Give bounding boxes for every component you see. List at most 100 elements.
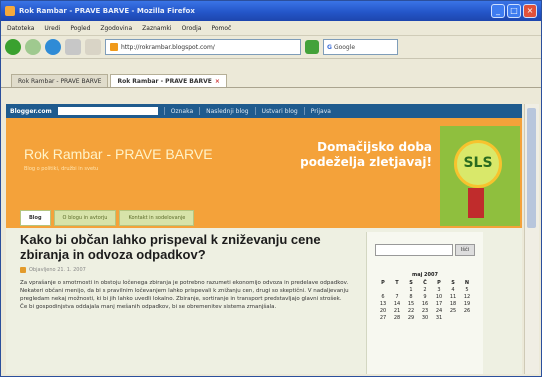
calendar-day[interactable]: 31 — [433, 315, 445, 322]
sls-logo[interactable]: SLS — [440, 126, 520, 226]
navbar-search-input[interactable] — [57, 107, 158, 115]
calendar-week: 20 21 22 23 24 25 26 — [377, 308, 473, 315]
menu-bar: Datoteka Uredi Pogled Zgodovina Zaznamki… — [1, 21, 541, 36]
banner-ad[interactable]: Domačijsko doba podeželja zletjavaj! — [300, 140, 432, 170]
calendar-day[interactable]: 17 — [433, 301, 445, 308]
tab-contact[interactable]: Kontakt in sodelovanje — [119, 210, 195, 226]
page-tabs: Blog O blogu in avtorju Kontakt in sodel… — [20, 210, 195, 226]
tab-2[interactable]: Rok Rambar - PRAVE BARVE × — [110, 74, 227, 87]
blog-header-banner: Rok Rambar - PRAVE BARVE Blog o politiki… — [6, 118, 522, 228]
navbar-link[interactable]: Ustvari blog — [262, 108, 298, 115]
web-page: Blogger.com Oznaka Naslednji blog Ustvar… — [6, 104, 522, 374]
close-button[interactable]: × — [523, 4, 537, 18]
navigation-toolbar: http://rokrambar.blogspot.com/ G Google — [1, 36, 541, 59]
calendar-day — [447, 315, 459, 322]
tab-blog[interactable]: Blog — [20, 210, 51, 226]
post-title[interactable]: Kako bi občan lahko prispeval k zniževan… — [20, 232, 350, 262]
calendar-week: 13 14 15 16 17 18 19 — [377, 301, 473, 308]
tab-bar: Rok Rambar - PRAVE BARVE Rok Rambar - PR… — [1, 73, 541, 88]
menu-file[interactable]: Datoteka — [7, 25, 34, 32]
ad-line: Domačijsko doba — [317, 140, 432, 154]
calendar-day[interactable]: 9 — [419, 294, 431, 301]
calendar-days: 1 2 3 4 5 6 7 8 9 10 11 12 13 14 15 16 17 18 19 20 21 22 23 24 2… — [377, 287, 473, 322]
home-button[interactable] — [85, 39, 101, 55]
go-button[interactable] — [305, 40, 319, 54]
calendar-month: maj 2007 — [412, 272, 438, 278]
blog-title[interactable]: Rok Rambar - PRAVE BARVE — [24, 146, 213, 162]
calendar-day[interactable]: 26 — [461, 308, 473, 315]
minimize-button[interactable]: _ — [491, 4, 505, 18]
calendar-day[interactable]: 16 — [419, 301, 431, 308]
calendar-week: 27 28 29 30 31 — [377, 315, 473, 322]
navbar-link[interactable]: Oznaka — [171, 108, 193, 115]
blogger-logo[interactable]: Blogger.com — [10, 108, 52, 115]
calendar-day[interactable]: 11 — [447, 294, 459, 301]
calendar-day[interactable]: 12 — [461, 294, 473, 301]
calendar-day[interactable]: 14 — [391, 301, 403, 308]
title-bar: Rok Rambar - PRAVE BARVE - Mozilla Firef… — [1, 1, 541, 21]
calendar-day[interactable]: 20 — [377, 308, 389, 315]
calendar-day[interactable]: 27 — [377, 315, 389, 322]
blogger-navbar: Blogger.com Oznaka Naslednji blog Ustvar… — [6, 104, 522, 118]
ad-line: podeželja zletjavaj! — [300, 155, 432, 169]
calendar-day[interactable]: 2 — [419, 287, 431, 294]
calendar-day[interactable]: 19 — [461, 301, 473, 308]
address-bar[interactable]: http://rokrambar.blogspot.com/ — [105, 39, 301, 55]
menu-history[interactable]: Zgodovina — [100, 25, 132, 32]
calendar-day[interactable]: 15 — [405, 301, 417, 308]
calendar-day[interactable]: 22 — [405, 308, 417, 315]
calendar-day — [377, 287, 389, 294]
scrollbar-thumb[interactable] — [527, 108, 536, 228]
tab-label: Rok Rambar - PRAVE BARVE — [18, 77, 102, 85]
tab-1[interactable]: Rok Rambar - PRAVE BARVE — [11, 74, 109, 87]
calendar-day[interactable]: 13 — [377, 301, 389, 308]
menu-bookmarks[interactable]: Zaznamki — [142, 25, 171, 32]
firefox-icon — [5, 6, 15, 16]
forward-button[interactable] — [25, 39, 41, 55]
maximize-button[interactable]: □ — [507, 4, 521, 18]
navbar-link[interactable]: Naslednji blog — [206, 108, 248, 115]
calendar-day — [391, 287, 403, 294]
site-favicon-icon — [110, 43, 118, 51]
calendar-day[interactable]: 1 — [405, 287, 417, 294]
stop-button[interactable] — [65, 39, 81, 55]
page-scrollbar[interactable] — [524, 104, 539, 374]
calendar-day[interactable]: 25 — [447, 308, 459, 315]
calendar-day[interactable]: 10 — [433, 294, 445, 301]
calendar-day[interactable]: 24 — [433, 308, 445, 315]
mascot-figure — [468, 188, 484, 218]
menu-view[interactable]: Pogled — [70, 25, 90, 32]
blog-subtitle: Blog o politiki, družbi in svetu — [24, 166, 99, 172]
calendar-day[interactable]: 28 — [391, 315, 403, 322]
tab-about[interactable]: O blogu in avtorju — [53, 210, 117, 226]
menu-help[interactable]: Pomoč — [211, 25, 231, 32]
calendar-day[interactable]: 4 — [447, 287, 459, 294]
calendar-day — [461, 315, 473, 322]
calendar-day[interactable]: 30 — [419, 315, 431, 322]
address-url: http://rokrambar.blogspot.com/ — [121, 43, 215, 51]
calendar-week: 6 7 8 9 10 11 12 — [377, 294, 473, 301]
calendar-day[interactable]: 6 — [377, 294, 389, 301]
window-title: Rok Rambar - PRAVE BARVE - Mozilla Firef… — [19, 7, 195, 15]
navbar-link[interactable]: Prijava — [311, 108, 331, 115]
calendar-day[interactable]: 7 — [391, 294, 403, 301]
menu-edit[interactable]: Uredi — [44, 25, 60, 32]
calendar-day[interactable]: 8 — [405, 294, 417, 301]
calendar: maj 2007 P T S Č P S N 1 2 3 4 5 6 7 8 9 10 11 12 13… — [377, 272, 473, 322]
post: Kako bi občan lahko prispeval k zniževan… — [20, 232, 350, 311]
reload-button[interactable] — [45, 39, 61, 55]
menu-tools[interactable]: Orodja — [182, 25, 202, 32]
back-button[interactable] — [5, 39, 21, 55]
tab-label: Rok Rambar - PRAVE BARVE — [117, 77, 212, 85]
sidebar-search-button[interactable]: Išči — [455, 244, 475, 256]
calendar-day[interactable]: 18 — [447, 301, 459, 308]
calendar-day[interactable]: 5 — [461, 287, 473, 294]
calendar-day[interactable]: 23 — [419, 308, 431, 315]
calendar-day[interactable]: 21 — [391, 308, 403, 315]
search-box[interactable]: G Google — [323, 39, 398, 55]
calendar-day[interactable]: 29 — [405, 315, 417, 322]
close-tab-icon[interactable]: × — [215, 78, 220, 85]
calendar-day[interactable]: 3 — [433, 287, 445, 294]
sidebar-search-input[interactable] — [375, 244, 453, 256]
google-icon: G — [327, 43, 332, 51]
